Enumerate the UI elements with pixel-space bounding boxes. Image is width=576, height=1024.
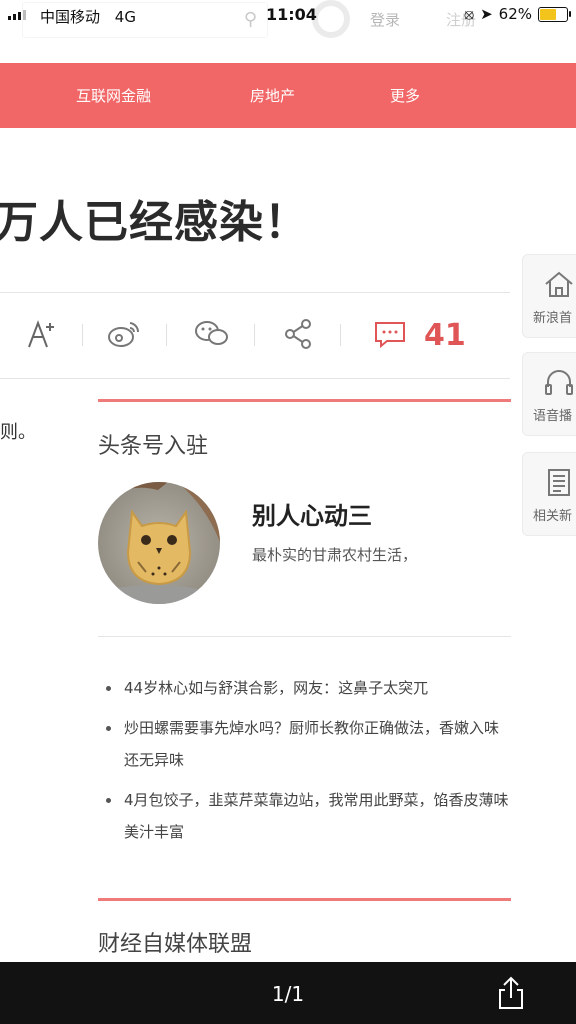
article-headline: 万人已经感染！ bbox=[0, 197, 309, 248]
side-button-label: 新浪首 bbox=[533, 311, 573, 326]
side-button-label: 语音播 bbox=[533, 409, 573, 424]
side-button-label: 相关新 bbox=[533, 509, 573, 524]
status-right: ⦻ ➤ 62% bbox=[464, 5, 571, 23]
share-button[interactable] bbox=[278, 312, 318, 356]
nav-item-internet-finance[interactable]: 互联网金融 bbox=[76, 85, 151, 106]
author-bio: 最朴实的甘肃农村生活， bbox=[252, 546, 418, 564]
divider bbox=[0, 378, 510, 379]
font-size-icon bbox=[28, 320, 54, 348]
news-icon bbox=[548, 469, 570, 496]
clock: 11:04 bbox=[266, 5, 317, 24]
carrier-info: 中国移动 4G bbox=[40, 6, 136, 27]
page-indicator: 1/1 bbox=[271, 982, 305, 1006]
nav-item-real-estate[interactable]: 房地产 bbox=[250, 85, 295, 106]
section-rule bbox=[98, 399, 511, 402]
search-icon: ⚲ bbox=[243, 9, 257, 30]
category-nav: 互联网金融 房地产 更多 bbox=[0, 63, 576, 128]
network-type: 4G bbox=[114, 8, 136, 26]
font-size-button[interactable] bbox=[22, 312, 62, 356]
nav-item-more[interactable]: 更多 bbox=[390, 85, 420, 106]
login-link[interactable]: 登录 bbox=[370, 9, 400, 30]
comment-button[interactable] bbox=[370, 312, 410, 356]
list-item[interactable]: 炒田螺需要事先焯水吗？厨师长教你正确做法，香嫩入味还无异味 bbox=[102, 712, 512, 776]
toolbar-separator bbox=[166, 324, 167, 346]
toolbar-separator bbox=[340, 324, 341, 346]
list-item[interactable]: 4月包饺子，韭菜芹菜靠边站，我常用此野菜，馅香皮薄味美汁丰富 bbox=[102, 784, 512, 848]
carrier-name: 中国移动 bbox=[40, 8, 101, 26]
comment-icon bbox=[375, 322, 405, 349]
section-title-toutiao: 头条号入驻 bbox=[98, 434, 209, 459]
headphones-icon bbox=[545, 370, 573, 395]
comment-count[interactable]: 41 bbox=[424, 318, 466, 353]
rotation-lock-icon: ⦻ bbox=[464, 5, 475, 23]
section-title-finance: 财经自媒体联盟 bbox=[98, 932, 253, 957]
home-icon bbox=[545, 271, 573, 297]
share-export-icon[interactable] bbox=[496, 976, 526, 1010]
list-item[interactable]: 44岁林心如与舒淇合影，网友：这鼻子太突兀 bbox=[102, 672, 512, 704]
location-icon: ➤ bbox=[480, 5, 493, 23]
battery-icon bbox=[538, 6, 571, 22]
site-logo[interactable] bbox=[312, 0, 350, 38]
battery-percent: 62% bbox=[498, 5, 532, 23]
share-icon bbox=[285, 319, 311, 349]
status-bar: ⚲ 登录 注册 中国移动 4G 11:04 ⦻ ➤ 62% bbox=[0, 0, 576, 38]
viewer-bottom-bar: 1/1 bbox=[0, 962, 576, 1024]
section-rule bbox=[98, 898, 511, 901]
wechat-share-button[interactable] bbox=[192, 312, 232, 356]
divider bbox=[98, 636, 511, 637]
wechat-icon bbox=[195, 321, 228, 345]
toolbar-separator bbox=[82, 324, 83, 346]
author-avatar[interactable] bbox=[98, 482, 220, 604]
article-text-fragment: 则。 bbox=[0, 422, 36, 443]
weibo-icon bbox=[108, 322, 140, 347]
side-button-sina-home[interactable]: 新浪首 bbox=[522, 254, 576, 338]
news-list: 44岁林心如与舒淇合影，网友：这鼻子太突兀 炒田螺需要事先焯水吗？厨师长教你正确… bbox=[102, 672, 512, 856]
author-name[interactable]: 别人心动三 bbox=[252, 496, 372, 531]
weibo-share-button[interactable] bbox=[104, 312, 144, 356]
side-button-related-news[interactable]: 相关新 bbox=[522, 452, 576, 536]
divider bbox=[0, 292, 510, 293]
toolbar-separator bbox=[254, 324, 255, 346]
side-button-audio[interactable]: 语音播 bbox=[522, 352, 576, 436]
signal-icon bbox=[8, 10, 26, 20]
